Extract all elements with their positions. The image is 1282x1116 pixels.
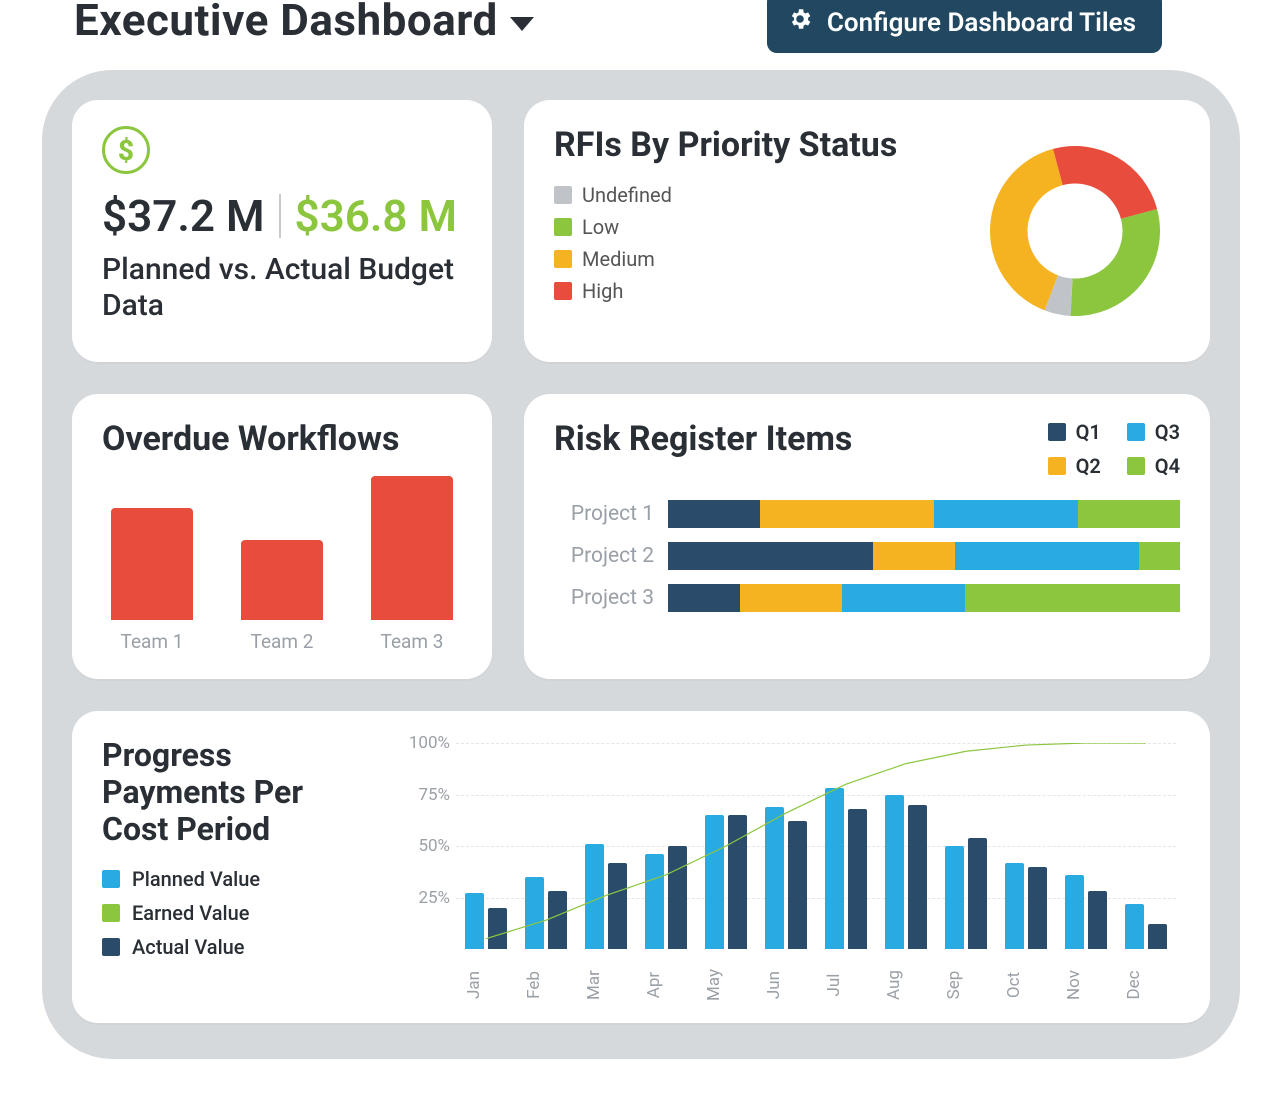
swatch-q2 [1048,457,1066,475]
swatch-planned-value [102,870,120,888]
chevron-down-icon [510,17,534,31]
risk-legend: Q1 Q3 Q2 Q4 [1048,420,1180,478]
tile-rfi[interactable]: RFIs By Priority Status Undefined Low Me… [524,100,1210,362]
tile-budget[interactable]: $ $37.2 M $36.8 M Planned vs. Actual Bud… [72,100,492,362]
tile-overdue-workflows[interactable]: Overdue Workflows Team 1 Team 2 Team 3 [72,394,492,679]
risk-stacked-chart: Project 1 Project 2 Project 3 [554,500,1180,612]
overdue-bar [111,508,193,620]
progress-title: Progress Payments Per Cost Period [102,737,372,847]
swatch-q3 [1127,423,1145,441]
risk-row-label: Project 2 [554,544,654,568]
rfi-title: RFIs By Priority Status [554,126,950,165]
risk-row-label: Project 1 [554,502,654,526]
risk-stacked-bar [668,584,1180,612]
progress-legend: Planned Value Earned Value Actual Value [102,867,372,959]
overdue-bar-label: Team 2 [251,630,314,653]
budget-actual: $36.8 M [295,190,458,242]
risk-stacked-bar [668,542,1180,570]
overdue-bar-label: Team 3 [381,630,444,653]
divider [279,194,281,238]
tile-progress-payments[interactable]: Progress Payments Per Cost Period Planne… [72,711,1210,1023]
overdue-bar [241,540,323,620]
tile-risk-register[interactable]: Risk Register Items Q1 Q3 Q2 Q4 Project … [524,394,1210,679]
risk-stacked-bar [668,500,1180,528]
swatch-q4 [1127,457,1145,475]
rfi-legend: Undefined Low Medium High [554,183,950,303]
page-title[interactable]: Executive Dashboard [74,0,534,46]
overdue-bar-label: Team 1 [121,630,184,653]
configure-tiles-button[interactable]: Configure Dashboard Tiles [767,0,1162,53]
dollar-icon: $ [102,126,150,174]
swatch-actual-value [102,938,120,956]
overdue-bar [371,476,453,620]
swatch-undefined [554,186,572,204]
budget-planned: $37.2 M [102,190,265,242]
configure-tiles-label: Configure Dashboard Tiles [827,8,1136,38]
page-title-text: Executive Dashboard [74,0,498,46]
swatch-low [554,218,572,236]
risk-title: Risk Register Items [554,420,1048,459]
overdue-bar-chart: Team 1 Team 2 Team 3 [102,473,462,653]
swatch-medium [554,250,572,268]
progress-combo-chart: 100%75%50%25% JanFebMarAprMayJunJulAugSe… [400,737,1180,997]
swatch-q1 [1048,423,1066,441]
risk-row-label: Project 3 [554,586,654,610]
budget-figures: $37.2 M $36.8 M [102,190,462,242]
swatch-earned-value [102,904,120,922]
swatch-high [554,282,572,300]
rfi-donut-chart [970,126,1180,336]
overdue-title: Overdue Workflows [102,420,462,459]
gear-icon [787,6,813,39]
budget-subtitle: Planned vs. Actual Budget Data [102,252,462,324]
